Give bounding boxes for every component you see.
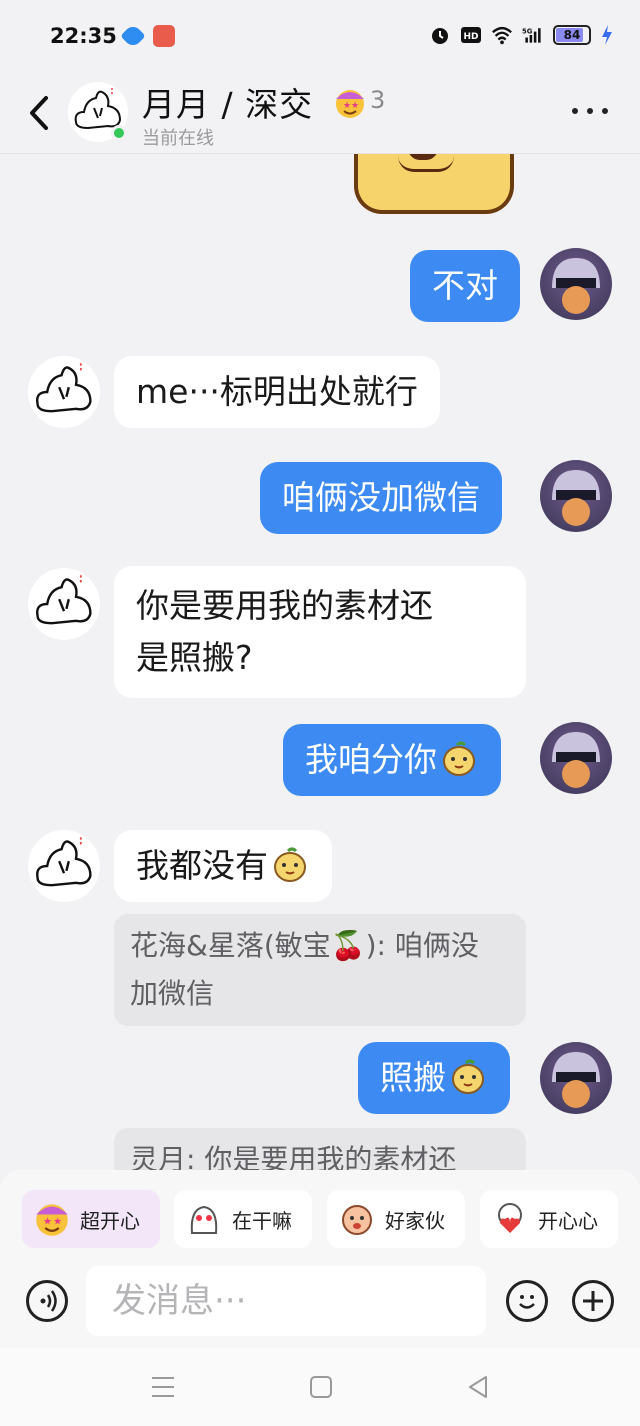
online-indicator — [111, 125, 127, 141]
menu-lines-icon[interactable] — [148, 1372, 178, 1402]
my-avatar[interactable] — [540, 248, 612, 320]
contact-message-bubble[interactable]: me···标明出处就行 — [114, 356, 440, 428]
composer-bar — [0, 1250, 640, 1348]
my-avatar[interactable] — [540, 1042, 612, 1114]
quoted-reply[interactable]: 灵月: 你是要用我的素材还 — [114, 1128, 526, 1170]
message-text: 照搬 — [380, 1058, 446, 1097]
svg-text:5G: 5G — [522, 27, 533, 35]
emoji-button[interactable] — [506, 1280, 548, 1322]
my-message-bubble[interactable]: 照搬 — [358, 1042, 510, 1114]
sticker-message[interactable] — [354, 154, 514, 214]
helmet-avatar-icon — [552, 1052, 600, 1108]
doodle-avatar-icon — [36, 575, 92, 625]
svg-text:★: ★ — [343, 101, 351, 111]
contact-message-avatar[interactable] — [28, 568, 100, 640]
battery-indicator: 84 — [553, 25, 591, 45]
app-notification-icon — [120, 23, 146, 49]
contact-message-bubble[interactable]: 你是要用我的素材还 是照搬? — [114, 566, 526, 698]
pear-emoji-icon — [274, 847, 306, 882]
system-navigation-bar — [0, 1348, 640, 1426]
heart-hug-sticker-icon — [498, 1203, 522, 1233]
presence-status: 当前在线 — [142, 128, 214, 149]
quick-reply-chip[interactable]: 在干嘛 — [174, 1190, 312, 1248]
my-avatar[interactable] — [540, 722, 612, 794]
charging-icon — [602, 25, 612, 45]
attach-plus-button[interactable] — [572, 1280, 614, 1322]
quote-line: 加微信 — [130, 977, 215, 1010]
chat-header: 月月 / 深交 ★ ★ 3 当前在线 — [0, 72, 640, 154]
doodle-avatar-icon — [36, 363, 92, 413]
voice-input-button[interactable] — [26, 1280, 68, 1322]
message-text: 我咱分你 — [305, 740, 437, 779]
quick-reply-chip[interactable]: ★ ★ 超开心 — [22, 1190, 160, 1248]
signal-5g-icon: 5G — [522, 27, 541, 43]
contact-message-bubble[interactable]: 我都没有 — [114, 830, 332, 902]
chip-label: 在干嘛 — [232, 1208, 292, 1233]
alarm-icon — [432, 28, 448, 44]
pear-emoji-icon — [443, 741, 475, 776]
svg-text:★: ★ — [351, 101, 359, 111]
quoted-reply[interactable]: 花海&星落(敏宝🍒): 咱俩没 加微信 — [114, 914, 526, 1026]
back-arrow-icon[interactable] — [24, 92, 56, 134]
doodle-avatar-icon — [36, 837, 92, 887]
home-square-icon[interactable] — [306, 1372, 336, 1402]
message-line: 是照搬? — [136, 638, 253, 677]
hd-icon: HD — [461, 27, 481, 43]
helmet-avatar-icon — [552, 470, 600, 526]
my-message-bubble[interactable]: 不对 — [410, 250, 520, 322]
star-eyes-emoji-icon: ★ ★ — [36, 1204, 68, 1236]
quick-reply-chip[interactable]: 开心心 — [480, 1190, 618, 1248]
message-list[interactable]: 不对 me···标明出处就行 咱俩没加微信 你是要用我的素材还 是照搬? 我咱分… — [0, 154, 640, 1170]
my-avatar[interactable] — [540, 460, 612, 532]
game-notification-icon — [153, 25, 175, 47]
contact-message-avatar[interactable] — [28, 356, 100, 428]
contact-name[interactable]: 月月 / 深交 — [142, 78, 313, 126]
chip-label: 超开心 — [80, 1208, 140, 1233]
back-triangle-icon[interactable] — [464, 1372, 494, 1402]
message-input[interactable] — [86, 1266, 486, 1336]
quote-line: 灵月: 你是要用我的素材还 — [130, 1143, 457, 1170]
chip-label: 好家伙 — [385, 1208, 445, 1233]
chip-label: 开心心 — [538, 1208, 598, 1233]
status-icons: HD 5G 84 — [429, 24, 614, 46]
helmet-avatar-icon — [552, 258, 600, 314]
message-text: 我都没有 — [136, 846, 268, 885]
surprised-face-sticker-icon — [342, 1205, 372, 1235]
smiley-icon — [519, 1295, 535, 1309]
status-time: 22:35 — [50, 24, 117, 48]
more-options-icon[interactable] — [572, 108, 608, 116]
svg-text:★: ★ — [53, 1217, 62, 1228]
quick-reply-chip[interactable]: 好家伙 — [327, 1190, 465, 1248]
message-line: 你是要用我的素材还 — [136, 586, 433, 625]
battery-level: 84 — [563, 28, 581, 42]
plus-icon — [583, 1291, 603, 1311]
pear-emoji-icon — [452, 1059, 484, 1094]
intimacy-level: 3 — [370, 86, 386, 114]
ghost-sticker-icon — [190, 1205, 218, 1234]
quote-line: 花海&星落(敏宝🍒): 咱俩没 — [130, 929, 479, 962]
svg-text:HD: HD — [463, 32, 478, 42]
contact-message-avatar[interactable] — [28, 830, 100, 902]
status-bar: 22:35 HD 5G 84 — [0, 0, 640, 72]
helmet-avatar-icon — [552, 732, 600, 788]
my-message-bubble[interactable]: 咱俩没加微信 — [260, 462, 502, 534]
wifi-icon — [492, 26, 512, 45]
voice-wave-icon — [40, 1290, 57, 1312]
my-message-bubble[interactable]: 我咱分你 — [283, 724, 501, 796]
star-eyes-emoji-icon: ★ ★ — [336, 90, 364, 118]
svg-text:★: ★ — [43, 1217, 52, 1228]
